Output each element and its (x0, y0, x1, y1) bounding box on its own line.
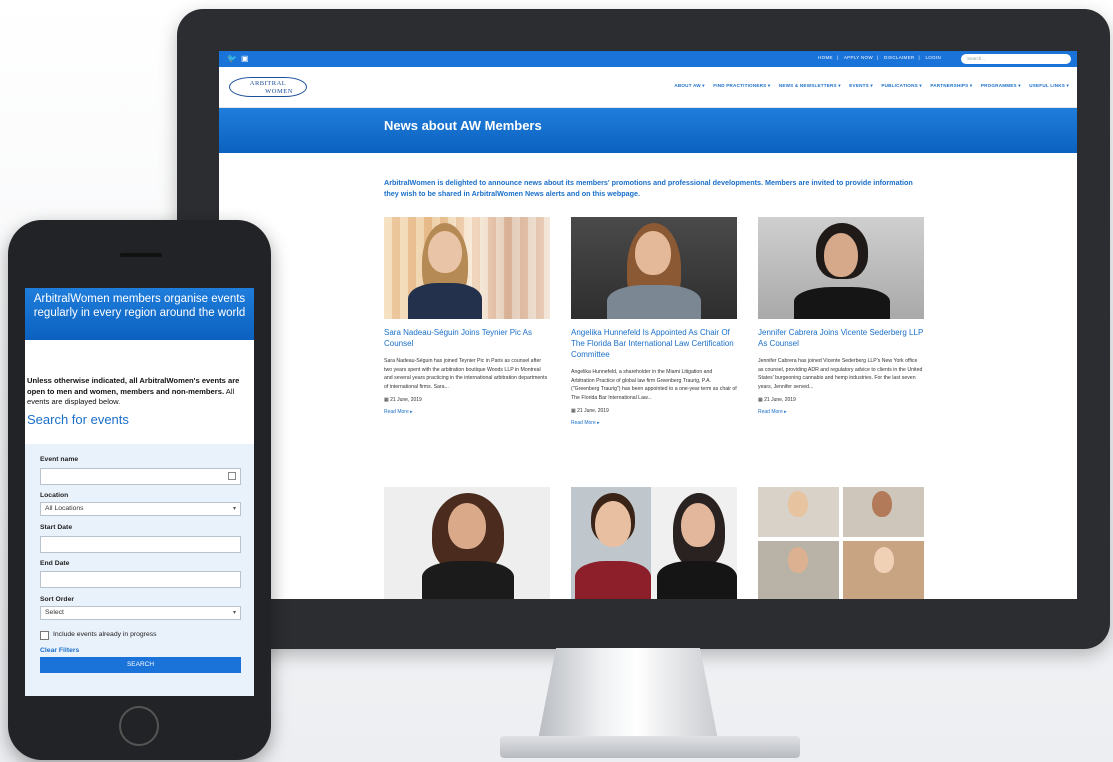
include-in-progress-label: Include events already in progress (53, 631, 157, 638)
logo-line-1: ARBITRAL (249, 80, 287, 87)
news-title[interactable]: Sara Nadeau-Séguin Joins Teynier Pic As … (384, 327, 550, 349)
news-card: Jennifer Cabrera Joins Vicente Sederberg… (758, 217, 924, 415)
nav-partnerships[interactable]: PARTNERSHIPS ▾ (930, 83, 972, 88)
news-excerpt: Jennifer Cabrera has joined Vicente Sede… (758, 358, 923, 390)
nav-publications[interactable]: PUBLICATIONS ▾ (881, 83, 922, 88)
site-header: ARBITRAL WOMEN ABOUT AW ▾ FIND PRACTITIO… (219, 67, 1077, 108)
events-note: Unless otherwise indicated, all Arbitral… (27, 376, 240, 406)
news-card: Sara Nadeau-Séguin Joins Teynier Pic As … (384, 217, 550, 415)
news-photo[interactable] (571, 487, 737, 599)
top-links: HOME | APPLY NOW | DISCLAIMER | LOGIN (818, 55, 941, 60)
monitor-base (500, 736, 800, 758)
news-date: ▦ 21 June, 2019 (384, 397, 422, 403)
events-banner: ArbitralWomen members organise events re… (25, 288, 254, 340)
start-date-label: Start Date (40, 524, 73, 531)
nav-events[interactable]: EVENTS ▾ (849, 83, 873, 88)
read-more-link[interactable]: Read More ▸ (571, 420, 737, 426)
linkedin-icon[interactable]: ▣ (241, 54, 253, 63)
event-name-input[interactable] (40, 468, 241, 485)
sort-order-label: Sort Order (40, 596, 74, 603)
top-link-disclaimer[interactable]: DISCLAIMER (884, 55, 915, 60)
end-date-label: End Date (40, 560, 70, 567)
desktop-monitor: 🐦▣ HOME | APPLY NOW | DISCLAIMER | LOGIN Se… (177, 9, 1110, 649)
logo-line-2: WOMEN (265, 88, 293, 95)
news-date: ▦ 21 June, 2019 (758, 397, 796, 403)
arbitralwomen-logo[interactable]: ARBITRAL WOMEN (229, 77, 307, 97)
location-label: Location (40, 492, 69, 499)
monitor-stand (538, 648, 718, 740)
news-card: Angelika Hunnefeld Is Appointed As Chair… (571, 217, 737, 426)
read-more-link[interactable]: Read More ▸ (758, 409, 924, 415)
sort-order-select[interactable]: Select ▾ (40, 606, 241, 620)
event-name-label: Event name (40, 456, 79, 463)
news-excerpt: Angelika Hunnefeld, a shareholder in the… (571, 369, 737, 401)
search-button[interactable]: SEARCH (40, 657, 241, 673)
nav-useful-links[interactable]: USEFUL LINKS ▾ (1029, 83, 1069, 88)
search-events-heading: Search for events (27, 411, 129, 427)
twitter-icon[interactable]: 🐦 (227, 54, 241, 63)
phone-speaker (120, 253, 162, 257)
page-title: News about AW Members (384, 118, 542, 133)
page-banner: News about AW Members (219, 108, 1077, 153)
keyboard-icon (228, 472, 236, 480)
nav-find-practitioners[interactable]: FIND PRACTITIONERS ▾ (713, 83, 770, 88)
social-icons[interactable]: 🐦▣ (227, 54, 253, 63)
news-title[interactable]: Angelika Hunnefeld Is Appointed As Chair… (571, 327, 737, 360)
nav-about[interactable]: ABOUT AW ▾ (674, 83, 704, 88)
site-search-input[interactable]: Search... (961, 54, 1071, 64)
top-bar: 🐦▣ HOME | APPLY NOW | DISCLAIMER | LOGIN Se… (219, 51, 1077, 67)
chevron-down-icon: ▾ (232, 506, 236, 512)
news-photo[interactable] (758, 217, 924, 319)
intro-text: ArbitralWomen is delighted to announce n… (384, 178, 913, 198)
nav-programmes[interactable]: PROGRAMMES ▾ (981, 83, 1021, 88)
end-date-input[interactable] (40, 571, 241, 588)
nav-news[interactable]: NEWS & NEWSLETTERS ▾ (779, 83, 841, 88)
include-in-progress-checkbox[interactable] (40, 631, 49, 640)
news-excerpt: Sara Nadeau-Séguin has joined Teynier Pi… (384, 358, 548, 390)
event-search-form: Event name Location All Locations ▾ Start… (25, 444, 254, 696)
chevron-down-icon: ▾ (232, 610, 236, 616)
top-link-home[interactable]: HOME (818, 55, 833, 60)
main-nav: ABOUT AW ▾ FIND PRACTITIONERS ▾ NEWS & N… (667, 83, 1069, 89)
news-photo[interactable] (571, 217, 737, 319)
news-photo[interactable] (384, 487, 550, 599)
top-link-login[interactable]: LOGIN (925, 55, 941, 60)
news-photo[interactable] (758, 487, 924, 599)
start-date-input[interactable] (40, 536, 241, 553)
mobile-phone: ArbitralWomen members organise events re… (8, 220, 271, 760)
top-link-apply[interactable]: APPLY NOW (844, 55, 873, 60)
location-select[interactable]: All Locations ▾ (40, 502, 241, 516)
phone-home-button[interactable] (119, 706, 159, 746)
news-photo[interactable] (384, 217, 550, 319)
desktop-screen: 🐦▣ HOME | APPLY NOW | DISCLAIMER | LOGIN Se… (219, 51, 1077, 599)
clear-filters-link[interactable]: Clear Filters (40, 647, 79, 654)
news-date: ▦ 21 June, 2019 (571, 408, 609, 414)
read-more-link[interactable]: Read More ▸ (384, 409, 550, 415)
news-title[interactable]: Jennifer Cabrera Joins Vicente Sederberg… (758, 327, 924, 349)
phone-screen: ArbitralWomen members organise events re… (25, 288, 254, 696)
